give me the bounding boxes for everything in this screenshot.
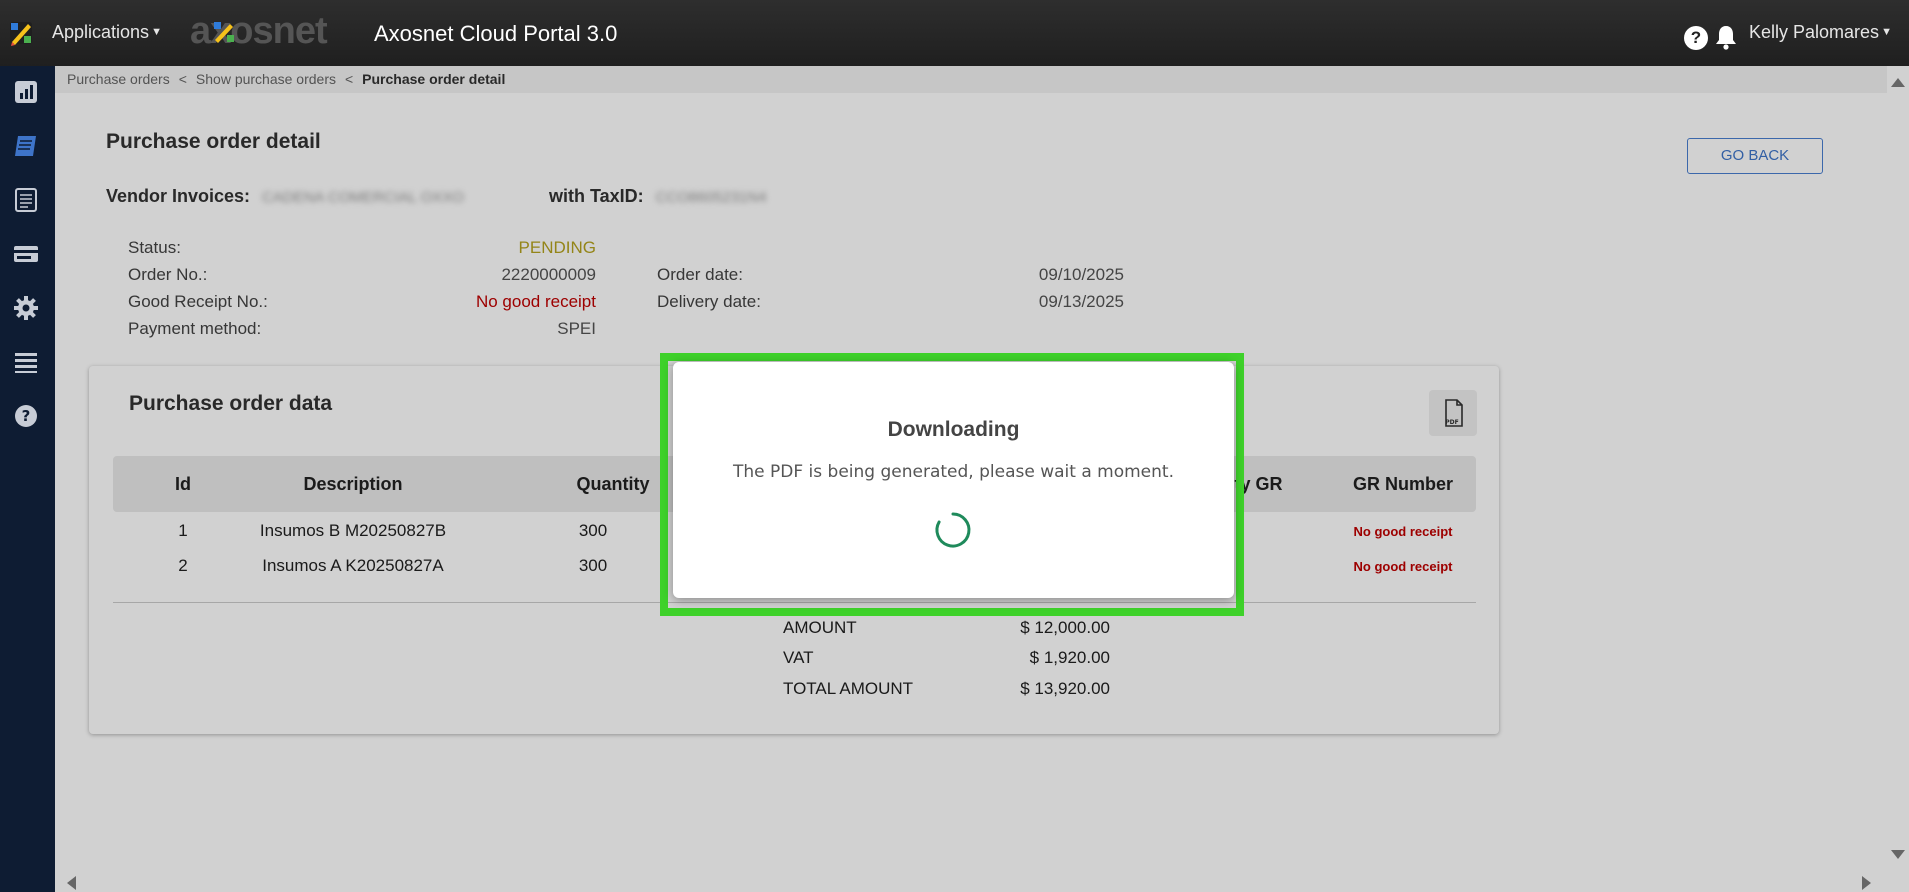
- document-icon[interactable]: [12, 186, 40, 214]
- scroll-down-arrow[interactable]: [1891, 850, 1905, 859]
- gear-icon[interactable]: [12, 294, 40, 322]
- applications-label: Applications: [52, 22, 150, 42]
- invoice-icon[interactable]: [12, 132, 40, 160]
- downloading-dialog: Downloading The PDF is being generated, …: [673, 362, 1234, 598]
- scroll-right-arrow[interactable]: [1862, 876, 1871, 890]
- dialog-title: Downloading: [887, 418, 1020, 441]
- scroll-left-arrow[interactable]: [67, 876, 76, 890]
- scroll-up-arrow[interactable]: [1891, 78, 1905, 87]
- app-logo-icon[interactable]: [8, 20, 34, 46]
- help-circle-icon[interactable]: ?: [12, 402, 40, 430]
- user-name: Kelly Palomares: [1749, 22, 1880, 42]
- table-icon[interactable]: [12, 348, 40, 376]
- notification-bell-icon[interactable]: [1714, 24, 1738, 50]
- loading-spinner-icon: [935, 512, 971, 548]
- brand-logo-text: axosnet: [190, 10, 328, 52]
- left-sidebar: ?: [0, 66, 55, 892]
- brand-mark-icon: [214, 22, 234, 43]
- caret-down-icon: ▼: [151, 26, 162, 38]
- portal-title: Axosnet Cloud Portal 3.0: [374, 21, 618, 46]
- help-icon[interactable]: ?: [1684, 26, 1708, 50]
- dialog-message: The PDF is being generated, please wait …: [733, 462, 1174, 482]
- svg-text:?: ?: [22, 407, 31, 425]
- caret-down-icon: ▼: [1881, 26, 1892, 38]
- user-menu[interactable]: Kelly Palomares ▼: [1749, 22, 1892, 43]
- applications-menu[interactable]: Applications ▼: [52, 22, 162, 43]
- credit-card-icon[interactable]: [12, 240, 40, 268]
- top-navbar: Applications ▼ axosnet Axosnet Cloud Port…: [0, 0, 1909, 66]
- chart-icon[interactable]: [12, 78, 40, 106]
